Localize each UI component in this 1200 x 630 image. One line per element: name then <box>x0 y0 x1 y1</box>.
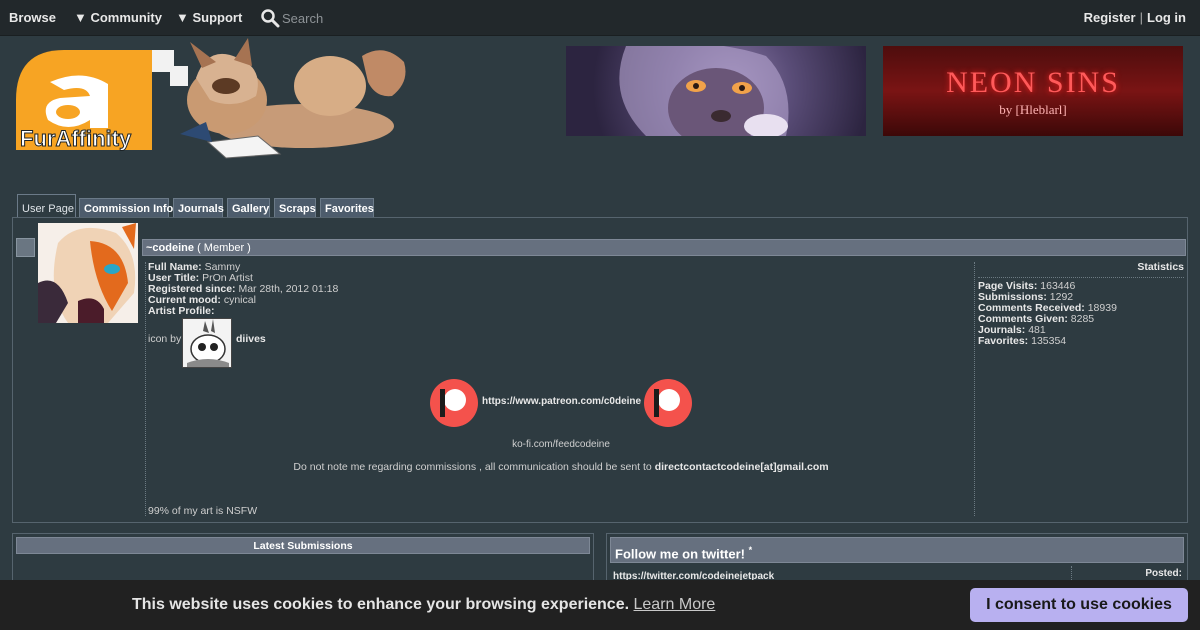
nav-browse[interactable]: Browse <box>9 10 56 25</box>
artist-profile-label: Artist Profile: <box>148 305 215 317</box>
cookie-banner: This website uses cookies to enhance you… <box>0 580 1200 630</box>
divider-left <box>145 262 146 516</box>
tab-scraps[interactable]: Scraps <box>274 198 316 218</box>
banner-art-left <box>619 46 789 136</box>
nav-support[interactable]: ▼ Support <box>176 10 242 25</box>
contact-email: directcontactcodeine[at]gmail.com <box>654 461 829 473</box>
icon-credit-thumbnail[interactable] <box>182 318 232 368</box>
watch-toggle[interactable] <box>16 238 35 257</box>
banner-ad-right[interactable]: NEON SINS by [Hleblarl] <box>883 46 1183 136</box>
avatar[interactable] <box>38 223 138 323</box>
username[interactable]: ~codeine <box>146 242 194 254</box>
auth-separator: | <box>1139 10 1143 25</box>
cookie-consent-button[interactable]: I consent to use cookies <box>970 588 1188 622</box>
stat-value: 135354 <box>1031 335 1067 347</box>
avatar-art <box>38 223 138 323</box>
artist-profile-row: Artist Profile: <box>148 306 338 317</box>
profile-title-bar: ~codeine ( Member ) <box>142 239 1186 256</box>
stat-label: Favorites: <box>978 335 1029 347</box>
kofi-link[interactable]: ko-fi.com/feedcodeine <box>13 439 1109 450</box>
profile-info: Full Name: Sammy User Title: PrOn Artist… <box>148 262 338 317</box>
statistics-title: Statistics <box>978 262 1184 278</box>
site-logo[interactable]: FurAffinity <box>12 38 424 160</box>
banner-subtitle: by [Hleblarl] <box>999 102 1067 117</box>
member-tag: ( Member ) <box>197 242 251 254</box>
twitter-star: * <box>748 545 753 555</box>
top-nav: Browse ▼ Community ▼ Support Register| Lo… <box>0 0 1200 36</box>
auth-links: Register | Log in <box>1084 10 1186 25</box>
logo-text: FurAffinity <box>20 126 132 151</box>
icon-by-label: icon by <box>148 333 182 345</box>
search-input[interactable] <box>282 7 452 29</box>
register-link[interactable]: Register <box>1084 10 1136 25</box>
statistics-box: Statistics Page Visits: 163446 Submissio… <box>978 262 1184 347</box>
commission-note: Do not note me regarding commissions , a… <box>13 461 1109 473</box>
tab-gallery[interactable]: Gallery <box>227 198 270 218</box>
twitter-title-bar: Follow me on twitter! * <box>610 537 1184 563</box>
tab-commission-info[interactable]: Commission Info <box>79 198 173 218</box>
patreon-row: https://www.patreon.com/c0deine <box>430 379 694 427</box>
twitter-title: Follow me on twitter! <box>615 546 745 562</box>
divider-right <box>974 262 975 516</box>
latest-submissions-title: Latest Submissions <box>16 537 590 554</box>
patreon-link[interactable]: https://www.patreon.com/c0deine <box>482 396 641 407</box>
profile-panel: ~codeine ( Member ) Full Name: Sammy Use… <box>12 217 1188 523</box>
patreon-icon-left[interactable] <box>430 379 478 427</box>
banner-ad-left[interactable] <box>566 46 866 136</box>
icon-credit-art <box>183 319 231 367</box>
search-box <box>260 7 460 29</box>
posted-label: Posted: <box>1145 568 1182 579</box>
learn-more-link[interactable]: Learn More <box>634 596 716 613</box>
banner-title: NEON SINS <box>946 66 1120 99</box>
stat-value: 8285 <box>1070 313 1095 325</box>
cookie-text: This website uses cookies to enhance you… <box>132 596 630 613</box>
icon-author-link[interactable]: diives <box>236 333 266 345</box>
commission-note-text: Do not note me regarding commissions , a… <box>293 461 652 473</box>
login-link[interactable]: Log in <box>1147 10 1186 25</box>
cookie-message: This website uses cookies to enhance you… <box>132 596 715 614</box>
nav-community[interactable]: ▼ Community <box>74 10 162 25</box>
tab-favorites[interactable]: Favorites <box>320 198 374 218</box>
nsfw-note: 99% of my art is NSFW <box>148 505 258 517</box>
stat-favorites: Favorites: 135354 <box>978 336 1184 347</box>
tab-journals[interactable]: Journals <box>173 198 224 218</box>
patreon-icon-right[interactable] <box>644 379 692 427</box>
search-icon[interactable] <box>260 8 280 28</box>
mood-value: cynical <box>223 294 256 306</box>
tab-user-page[interactable]: User Page <box>17 194 76 219</box>
